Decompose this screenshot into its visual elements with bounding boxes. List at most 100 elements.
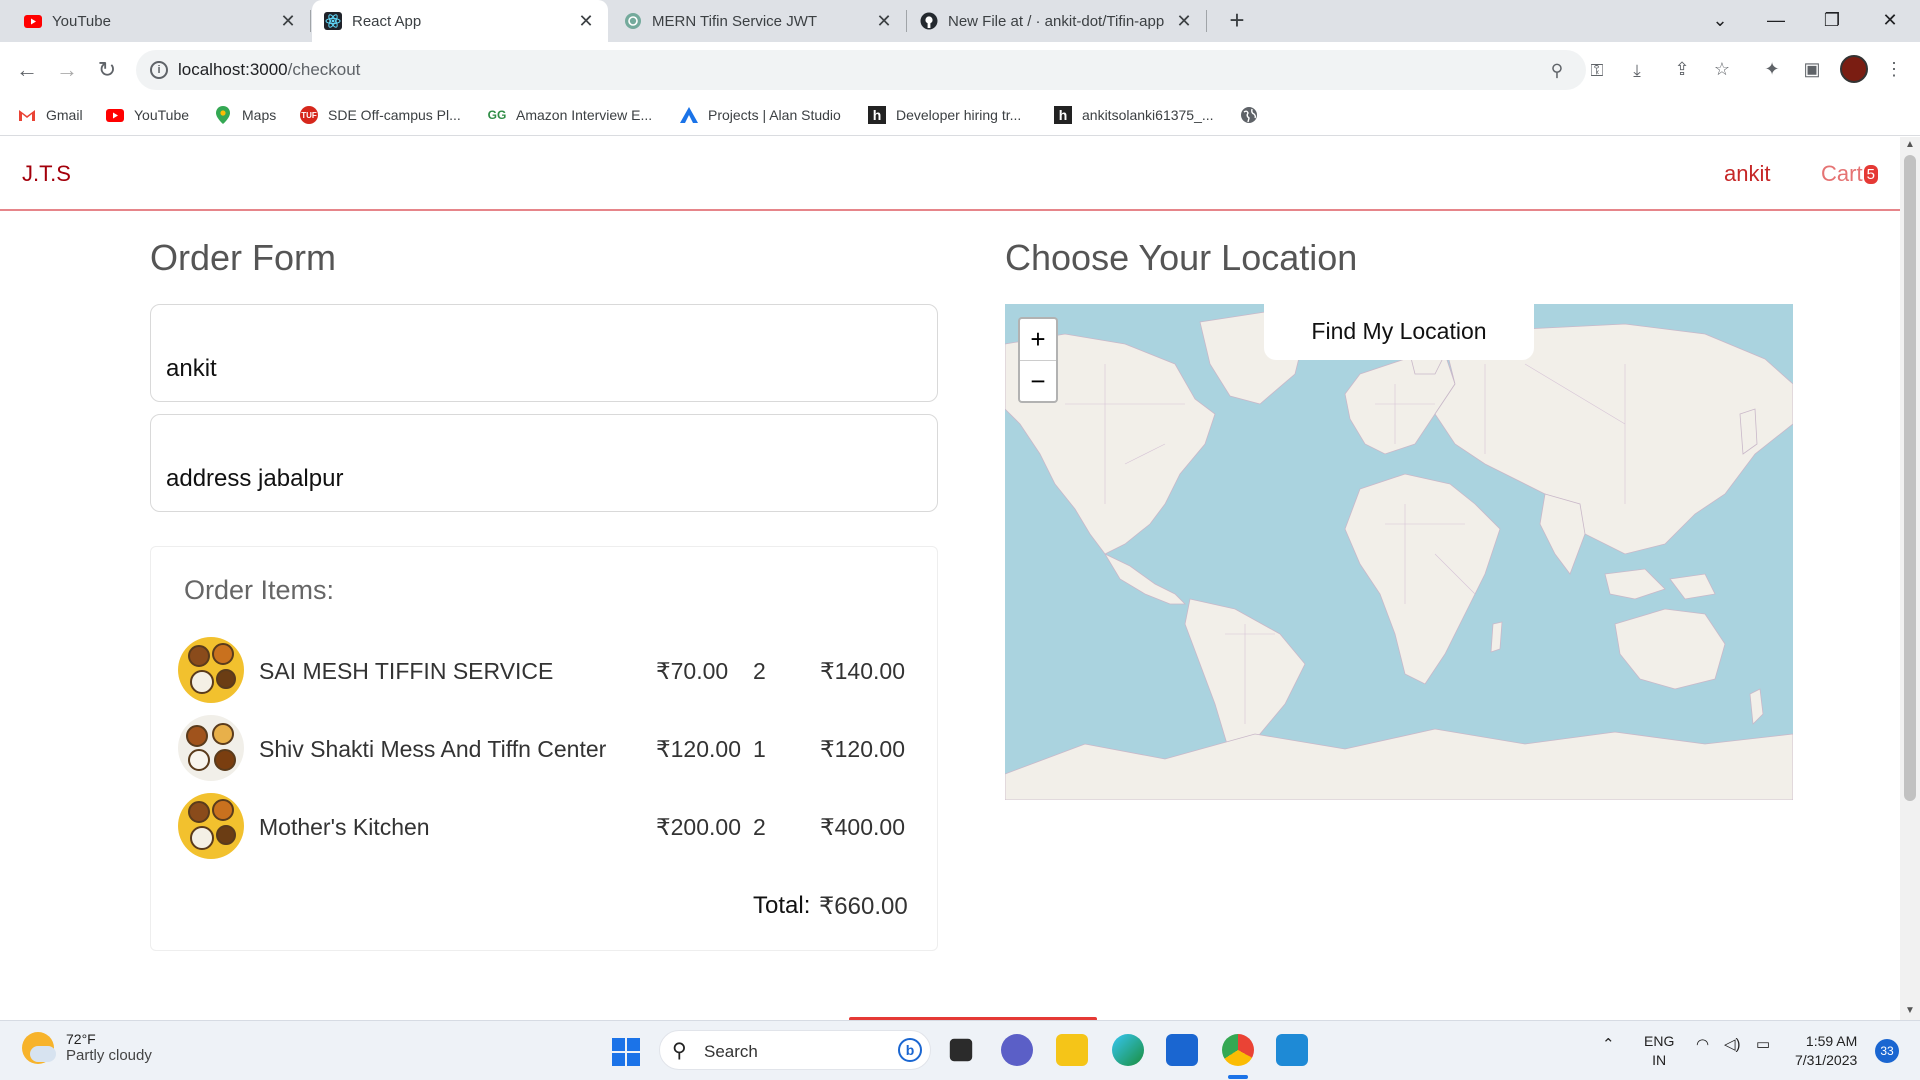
back-icon[interactable]: ←: [12, 55, 42, 85]
close-tab-icon[interactable]: ✕: [874, 11, 894, 32]
reload-icon[interactable]: ↻: [92, 55, 122, 85]
bookmark-amazon-interview[interactable]: GG Amazon Interview E...: [487, 106, 653, 124]
bookmark-maps[interactable]: Maps: [214, 106, 276, 124]
share-icon[interactable]: ⇪: [1668, 55, 1696, 83]
order-item-row: Mother's Kitchen ₹200.00 2 ₹400.00: [178, 793, 918, 863]
zoom-out-button[interactable]: −: [1020, 360, 1056, 401]
minimize-icon[interactable]: —: [1748, 0, 1804, 42]
bing-icon[interactable]: b: [898, 1038, 922, 1062]
extensions-icon[interactable]: ✦: [1758, 55, 1786, 83]
clock-date: 7/31/2023: [1795, 1052, 1858, 1068]
taskbar-search-label: Search: [704, 1042, 758, 1061]
tab-divider: [1206, 10, 1207, 32]
bookmark-label: Amazon Interview E...: [516, 107, 653, 123]
thali-thumbnail: [178, 715, 244, 781]
install-icon[interactable]: ⤓: [1626, 60, 1648, 82]
bookmark-developer-hiring[interactable]: h Developer hiring tr...: [868, 106, 1021, 124]
system-clock[interactable]: 1:59 AM 7/31/2023: [1795, 1032, 1857, 1070]
tab-search-chevron-icon[interactable]: ⌄: [1692, 0, 1748, 42]
notification-badge[interactable]: 33: [1875, 1039, 1899, 1063]
bookmark-ankitsolanki[interactable]: h ankitsolanki61375_...: [1054, 106, 1214, 124]
page-scrollbar[interactable]: ▲ ▼: [1900, 137, 1920, 1020]
item-name: SAI MESH TIFFIN SERVICE: [259, 658, 554, 684]
weather-widget[interactable]: 72°F Partly cloudy: [22, 1031, 152, 1064]
tab-divider: [906, 10, 907, 32]
tuf-icon: TUF: [300, 106, 318, 124]
hackerrank-icon: h: [868, 106, 886, 124]
search-icon: ⚲: [672, 1040, 687, 1062]
teams-chat-icon[interactable]: [1001, 1034, 1033, 1066]
gfg-icon: GG: [487, 108, 507, 122]
bookmark-label: Maps: [242, 107, 277, 123]
scrollbar-thumb[interactable]: [1904, 155, 1916, 801]
location-pin-icon[interactable]: ⚲: [1546, 60, 1568, 82]
vscode-icon[interactable]: [1276, 1034, 1308, 1066]
item-total: ₹400.00: [820, 814, 905, 840]
edge-icon[interactable]: [1112, 1034, 1144, 1066]
location-map[interactable]: + − Find My Location: [1005, 304, 1793, 800]
show-hidden-icons-chevron-icon[interactable]: ⌃: [1602, 1035, 1615, 1053]
close-window-icon[interactable]: ✕: [1862, 0, 1918, 42]
tab-mern-tifin[interactable]: MERN Tifin Service JWT ✕: [608, 0, 906, 42]
bookmark-star-icon[interactable]: ☆: [1708, 55, 1736, 83]
wifi-icon[interactable]: ◠: [1696, 1035, 1709, 1053]
url-host: localhost:3000: [178, 60, 288, 79]
close-tab-icon[interactable]: ✕: [1174, 11, 1194, 32]
zoom-in-button[interactable]: +: [1020, 319, 1056, 360]
user-link[interactable]: ankit: [1724, 161, 1770, 187]
close-tab-icon[interactable]: ✕: [278, 11, 298, 32]
find-my-location-button[interactable]: Find My Location: [1264, 304, 1534, 360]
task-view-icon[interactable]: [949, 1038, 973, 1062]
cart-link[interactable]: Cart 5: [1821, 161, 1878, 187]
bookmark-label: SDE Off-campus Pl...: [328, 107, 461, 123]
bookmark-label: Projects | Alan Studio: [708, 107, 841, 123]
language-indicator[interactable]: ENG IN: [1644, 1032, 1674, 1070]
bookmark-youtube[interactable]: YouTube: [106, 106, 189, 124]
brand-logo[interactable]: J.T.S: [22, 161, 71, 187]
key-icon[interactable]: ⚿: [1586, 60, 1608, 82]
chrome-icon[interactable]: [1222, 1034, 1254, 1066]
close-tab-icon[interactable]: ✕: [576, 11, 596, 32]
tab-youtube[interactable]: YouTube ✕: [0, 0, 310, 42]
menu-kebab-icon[interactable]: ⋮: [1880, 55, 1908, 83]
windows-taskbar: 72°F Partly cloudy ⚲ Search b ⌃ ENG IN ◠…: [0, 1020, 1920, 1080]
maps-icon: [214, 106, 232, 124]
site-info-icon[interactable]: i: [150, 61, 168, 79]
bookmark-alan-studio[interactable]: Projects | Alan Studio: [680, 106, 841, 124]
volume-icon[interactable]: ◁): [1724, 1035, 1741, 1053]
battery-icon[interactable]: ▭: [1756, 1035, 1770, 1053]
item-price: ₹120.00: [656, 736, 741, 762]
windows-start-icon[interactable]: [612, 1038, 640, 1066]
microsoft-store-icon[interactable]: [1166, 1034, 1198, 1066]
hackerrank-icon: h: [1054, 106, 1072, 124]
tab-title: New File at / · ankit-dot/Tifin-app: [948, 12, 1165, 30]
scroll-down-arrow-icon[interactable]: ▼: [1905, 1005, 1915, 1016]
tab-divider: [310, 10, 311, 32]
taskbar-search[interactable]: ⚲ Search b: [659, 1030, 931, 1070]
browser-tab-bar: YouTube ✕ React App ✕ MERN Tifin Service…: [0, 0, 1920, 42]
scroll-up-arrow-icon[interactable]: ▲: [1905, 139, 1915, 150]
profile-avatar[interactable]: [1840, 55, 1868, 83]
react-icon: [324, 12, 342, 30]
youtube-icon: [106, 106, 124, 124]
restore-icon[interactable]: ❐: [1804, 0, 1860, 42]
region-code: IN: [1652, 1052, 1667, 1068]
world-map-tiles: [1005, 311, 1793, 800]
bookmark-globe[interactable]: [1240, 106, 1268, 124]
file-explorer-icon[interactable]: [1056, 1034, 1088, 1066]
new-tab-button[interactable]: +: [1222, 6, 1252, 36]
name-field-value: ankit: [166, 355, 217, 382]
address-field[interactable]: address jabalpur: [150, 414, 938, 512]
bookmark-gmail[interactable]: Gmail: [18, 106, 83, 124]
order-item-row: SAI MESH TIFFIN SERVICE ₹70.00 2 ₹140.00: [178, 637, 918, 707]
address-bar[interactable]: i localhost:3000/checkout ⚲ ⚿ ⤓: [136, 50, 1641, 90]
tab-github-new-file[interactable]: New File at / · ankit-dot/Tifin-app ✕: [908, 0, 1206, 42]
forward-icon[interactable]: →: [52, 55, 82, 85]
side-panel-icon[interactable]: ▣: [1798, 55, 1826, 83]
tab-react-app[interactable]: React App ✕: [312, 0, 608, 42]
bookmark-label: ankitsolanki61375_...: [1082, 107, 1214, 123]
name-field[interactable]: ankit: [150, 304, 938, 402]
clock-time: 1:59 AM: [1805, 1033, 1858, 1049]
bookmark-sde-offcampus[interactable]: TUF SDE Off-campus Pl...: [300, 106, 461, 124]
url-text[interactable]: localhost:3000/checkout: [178, 60, 360, 80]
